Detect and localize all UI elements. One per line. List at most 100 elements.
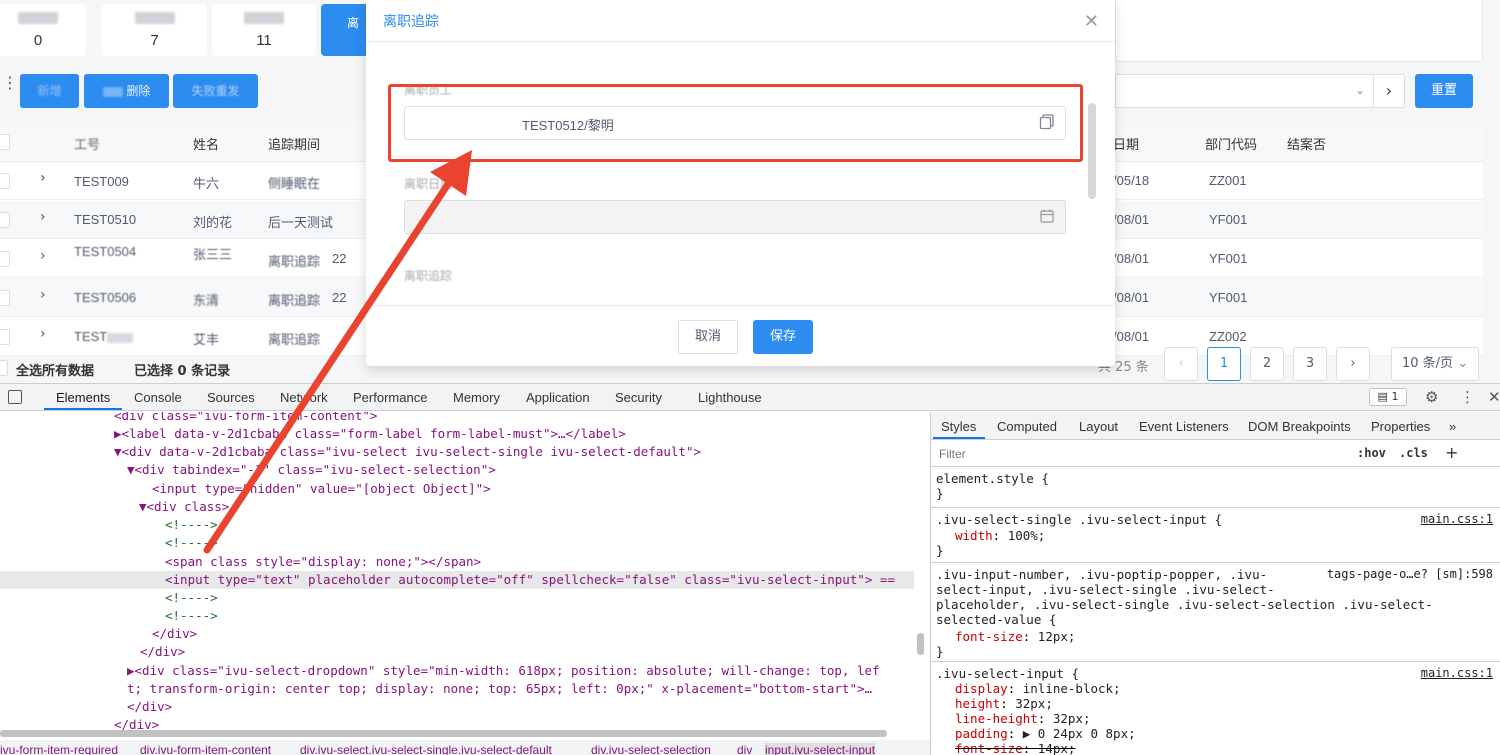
tab-memory[interactable]: Memory	[453, 390, 500, 405]
column-header[interactable]: 部门代码	[1205, 134, 1257, 153]
dom-close-tag[interactable]: </div>	[127, 698, 172, 716]
breadcrumb-item[interactable]: div	[737, 743, 752, 755]
rule-source-link[interactable]: main.css:1	[1421, 666, 1493, 681]
column-header[interactable]: 日期	[1113, 134, 1139, 153]
resend-failed-button[interactable]: 失败重发	[173, 74, 258, 108]
css-property[interactable]: font-size: 12px;	[955, 629, 1075, 644]
selected-dom-node[interactable]: <input type="text" placeholder autocompl…	[0, 571, 914, 590]
tab-application[interactable]: Application	[526, 390, 590, 405]
dom-close-tag[interactable]: </div>	[140, 643, 185, 661]
inspect-element-icon[interactable]	[8, 390, 22, 404]
row-checkbox[interactable]	[0, 329, 10, 345]
close-icon[interactable]: ✕	[1084, 11, 1099, 32]
tab-styles[interactable]: Styles	[941, 419, 976, 434]
rule-selector[interactable]: .ivu-select-input {	[936, 666, 1079, 681]
elements-scrollbar-horizontal[interactable]	[0, 730, 887, 737]
cancel-button[interactable]: 取消	[678, 320, 738, 354]
column-header[interactable]: 追踪期间	[268, 134, 320, 153]
issues-badge[interactable]: ▤ 1	[1369, 388, 1407, 406]
row-checkbox[interactable]	[0, 173, 10, 189]
tab-event-listeners[interactable]: Event Listeners	[1139, 419, 1229, 434]
dom-comment[interactable]: <!---->	[165, 516, 218, 534]
dom-comment[interactable]: <!---->	[165, 534, 218, 552]
filter-select[interactable]: ⌄	[1115, 74, 1373, 108]
css-property[interactable]: padding: ▶ 0 24px 0 8px;	[955, 726, 1136, 741]
tab-elements[interactable]: Elements	[56, 390, 110, 405]
more-tabs-icon[interactable]: »	[1449, 419, 1456, 434]
new-rule-icon[interactable]: +	[1445, 443, 1458, 462]
css-property[interactable]: line-height: 32px;	[955, 711, 1091, 726]
column-header[interactable]: 结案否	[1287, 134, 1326, 153]
rule-selector[interactable]: .ivu-select-single .ivu-select-input {	[936, 512, 1222, 527]
dom-comment[interactable]: <!---->	[165, 607, 218, 625]
leave-date-picker[interactable]	[404, 200, 1066, 234]
styles-filter-input[interactable]: Filter	[939, 447, 966, 461]
chevron-right-icon[interactable]: ›	[40, 170, 46, 186]
chevron-right-icon[interactable]: ›	[40, 248, 46, 264]
dom-comment[interactable]: <!---->	[165, 589, 218, 607]
reset-button[interactable]: 重置	[1415, 74, 1473, 108]
tab-network[interactable]: Network	[280, 390, 328, 405]
tab-security[interactable]: Security	[615, 390, 662, 405]
select-all-label[interactable]: 全选所有数据	[16, 360, 94, 379]
page-size-select[interactable]: 10 条/页 ⌄	[1391, 347, 1479, 381]
tab-sources[interactable]: Sources	[207, 390, 255, 405]
select-all-checkbox[interactable]	[0, 134, 10, 150]
dom-node[interactable]: ▶<label data-v-2d1cbaba class="form-labe…	[114, 425, 626, 443]
breadcrumb-item-current[interactable]: input.ivu-select-input	[765, 743, 876, 755]
css-property[interactable]: display: inline-block;	[955, 681, 1121, 696]
page-button-3[interactable]: 3	[1293, 347, 1327, 381]
tab-dom-breakpoints[interactable]: DOM Breakpoints	[1248, 419, 1351, 434]
select-all-data-checkbox[interactable]	[0, 360, 8, 376]
dom-node[interactable]: <span class style="display: none;"></spa…	[165, 553, 481, 571]
rule-selector[interactable]: element.style {	[936, 471, 1049, 486]
rule-selector[interactable]: .ivu-input-number, .ivu-poptip-popper, .…	[936, 567, 1267, 582]
page-button-1[interactable]: 1	[1207, 347, 1241, 381]
close-icon[interactable]: ✕	[1488, 388, 1500, 406]
chevron-right-icon[interactable]: ›	[40, 326, 46, 342]
column-header[interactable]: 姓名	[193, 134, 219, 153]
stat-card-3[interactable]: 11	[212, 4, 316, 56]
dom-node-continued[interactable]: t; transform-origin: center top; display…	[127, 680, 872, 698]
breadcrumb-item[interactable]: ivu-form-item-required	[0, 743, 118, 755]
modal-scrollbar[interactable]	[1088, 103, 1096, 199]
tab-layout[interactable]: Layout	[1079, 419, 1118, 434]
row-checkbox[interactable]	[0, 290, 10, 306]
row-checkbox[interactable]	[0, 251, 10, 267]
dom-node[interactable]: ▶<div class="ivu-select-dropdown" style=…	[127, 662, 880, 680]
css-property-overridden[interactable]: font-size: 14px;	[955, 741, 1075, 755]
save-button[interactable]: 保存	[753, 320, 813, 354]
rule-source-link[interactable]: main.css:1	[1421, 512, 1493, 527]
css-property[interactable]: width: 100%;	[955, 528, 1045, 543]
row-checkbox[interactable]	[0, 212, 10, 228]
page-button-2[interactable]: 2	[1250, 347, 1284, 381]
dom-close-tag[interactable]: </div>	[152, 625, 197, 643]
tab-properties[interactable]: Properties	[1371, 419, 1430, 434]
next-page-button[interactable]: ›	[1336, 347, 1370, 381]
class-toggle[interactable]: .cls	[1399, 446, 1428, 460]
dom-node[interactable]: ▼<div tabindex="-1" class="ivu-select-se…	[127, 461, 496, 479]
elements-scrollbar-vertical[interactable]	[917, 633, 924, 655]
add-button[interactable]: 新增	[20, 74, 79, 108]
column-header[interactable]: 工号	[74, 134, 100, 153]
hover-state-toggle[interactable]: :hov	[1357, 446, 1386, 460]
breadcrumb-item[interactable]: div.ivu-form-item-content	[140, 743, 271, 755]
breadcrumb-item[interactable]: div.ivu-select-selection	[591, 743, 711, 755]
chevron-right-icon[interactable]: ›	[40, 209, 46, 225]
batch-delete-button[interactable]: 删除	[84, 74, 169, 108]
stat-card-2[interactable]: 7	[102, 4, 207, 56]
tab-console[interactable]: Console	[134, 390, 182, 405]
more-vertical-icon[interactable]: ⋮	[2, 75, 18, 100]
breadcrumb-item[interactable]: div.ivu-select.ivu-select-single.ivu-sel…	[300, 743, 552, 755]
more-vertical-icon[interactable]: ⋮	[1460, 388, 1475, 406]
gear-icon[interactable]: ⚙	[1425, 388, 1438, 406]
tab-lighthouse[interactable]: Lighthouse	[698, 390, 762, 405]
dom-node[interactable]: ▼<div class>	[139, 498, 229, 516]
css-property[interactable]: height: 32px;	[955, 696, 1053, 711]
chevron-right-icon[interactable]: ›	[40, 287, 46, 303]
tab-performance[interactable]: Performance	[353, 390, 427, 405]
chevron-right-icon[interactable]: ›	[1373, 74, 1405, 108]
rule-source-link[interactable]: tags-page-o…e? [sm]:598	[1327, 567, 1493, 582]
prev-page-button[interactable]: ‹	[1164, 347, 1198, 381]
tab-computed[interactable]: Computed	[997, 419, 1057, 434]
